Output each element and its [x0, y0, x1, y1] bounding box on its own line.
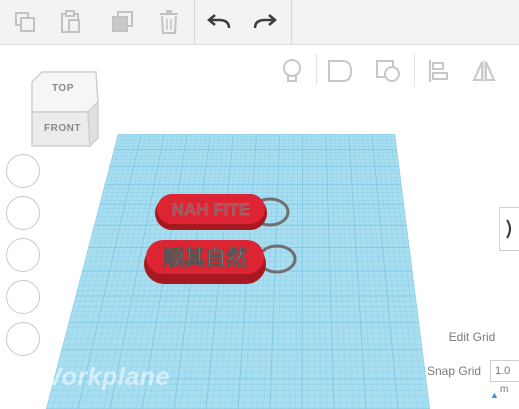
- shape-icon[interactable]: [320, 46, 360, 96]
- top-toolbar: [0, 0, 519, 45]
- duplicate-icon[interactable]: [104, 0, 142, 44]
- delete-icon[interactable]: [150, 0, 188, 44]
- tools-divider: [414, 54, 415, 86]
- snap-grid-unit: m: [500, 384, 509, 395]
- mirror-icon[interactable]: [464, 46, 504, 96]
- toolbar-divider: [194, 0, 195, 44]
- edit-grid-button[interactable]: Edit Grid: [427, 326, 517, 348]
- shape-tools: [270, 46, 519, 96]
- hole-icon[interactable]: [368, 46, 408, 96]
- snap-grid-select[interactable]: 1.0: [490, 360, 519, 382]
- align-icon[interactable]: [418, 46, 458, 96]
- chevron-right-icon: [505, 219, 511, 239]
- keychain-bottom-text: 顺其自然: [163, 246, 247, 270]
- cube-top-label[interactable]: TOP: [52, 83, 74, 94]
- redo-icon[interactable]: [246, 0, 284, 44]
- snap-grid-label: Snap Grid: [427, 364, 482, 378]
- toolbar-divider: [291, 0, 292, 44]
- undo-icon[interactable]: [200, 0, 238, 44]
- workplane-label: Workplane: [38, 363, 170, 391]
- light-bulb-icon[interactable]: [272, 46, 312, 96]
- paste-icon[interactable]: [52, 0, 90, 44]
- copy-icon[interactable]: [6, 0, 44, 44]
- keychain-top-text: NAH FITE: [172, 200, 250, 219]
- side-panel-toggle[interactable]: [499, 207, 519, 251]
- tools-divider: [316, 54, 317, 86]
- caret-up-icon[interactable]: ▲: [490, 390, 499, 400]
